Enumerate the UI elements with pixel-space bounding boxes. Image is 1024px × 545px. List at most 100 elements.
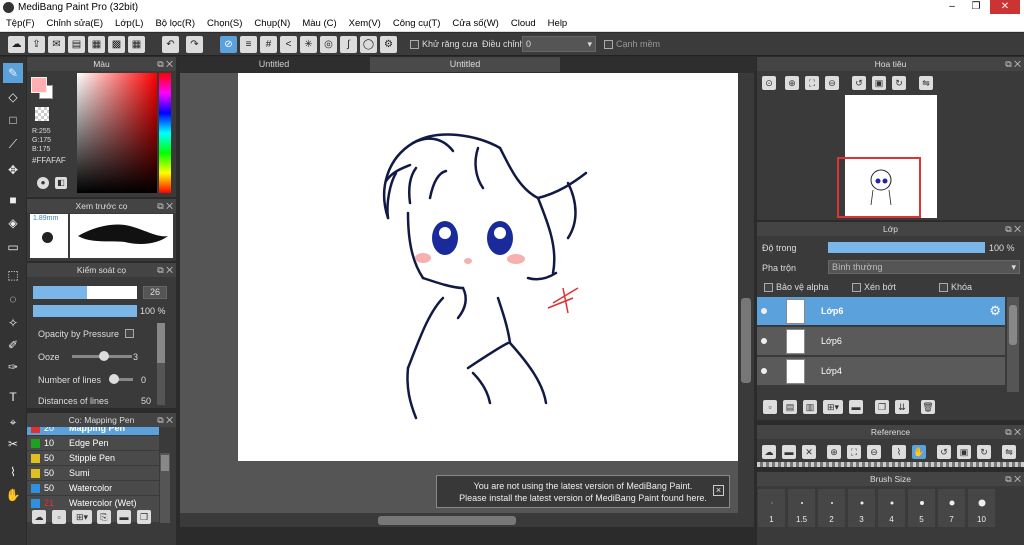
- share-icon[interactable]: ⇪: [28, 36, 45, 53]
- clip-checkbox[interactable]: [852, 283, 861, 292]
- transparent-swatch[interactable]: [35, 107, 49, 121]
- rotate-left-icon[interactable]: ↺: [937, 445, 951, 459]
- lines-slider[interactable]: [109, 374, 133, 384]
- rotate-left-icon[interactable]: ↺: [852, 76, 866, 90]
- brush-size-10[interactable]: 10: [967, 488, 996, 528]
- zoom-out-icon[interactable]: ⊖: [867, 445, 881, 459]
- close-button[interactable]: ✕: [990, 0, 1020, 14]
- layer-list-scrollbar[interactable]: [1007, 297, 1019, 392]
- brush-item-watercolor[interactable]: 50 Watercolor: [27, 481, 159, 496]
- menu-tools[interactable]: Công cụ(T): [387, 18, 447, 29]
- flip-icon[interactable]: ⇋: [919, 76, 933, 90]
- brush-control-scrollbar[interactable]: [157, 323, 165, 405]
- zoom-in-icon[interactable]: ⊕: [827, 445, 841, 459]
- lines-slider-handle[interactable]: [109, 374, 119, 384]
- select-tool-icon[interactable]: ⬚: [3, 265, 23, 285]
- actual-size-icon[interactable]: ▣: [872, 76, 886, 90]
- bucket-tool-icon[interactable]: ◈: [3, 213, 23, 233]
- grid-icon[interactable]: ▦: [128, 36, 145, 53]
- navigator-viewport-box[interactable]: [837, 157, 921, 218]
- brush-size-input[interactable]: 26: [143, 286, 167, 299]
- menu-view[interactable]: Xem(V): [343, 18, 387, 29]
- panel-close-icon[interactable]: ⧉ ✕: [1005, 222, 1021, 236]
- panel-close-icon[interactable]: ⧉ ✕: [157, 57, 173, 71]
- palette-icon[interactable]: ●: [37, 177, 49, 189]
- page-icon[interactable]: ▦: [88, 36, 105, 53]
- snap-off-icon[interactable]: ⊘: [220, 36, 237, 53]
- merge-layer-icon[interactable]: ⇊: [895, 400, 909, 414]
- canvas-area[interactable]: [180, 73, 738, 513]
- menu-filter[interactable]: Bộ lọc(R): [149, 18, 201, 29]
- tab-untitled-2[interactable]: Untitled: [370, 57, 560, 72]
- ooze-slider[interactable]: [72, 351, 132, 361]
- close-reference-icon[interactable]: ✕: [802, 445, 816, 459]
- hand-icon[interactable]: ✋: [912, 445, 926, 459]
- zoom-fit-icon[interactable]: ⊙: [762, 76, 776, 90]
- scrollbar-thumb[interactable]: [161, 455, 169, 471]
- delete-layer-icon[interactable]: 🗑: [921, 400, 935, 414]
- fit-screen-icon[interactable]: ⛶: [805, 76, 819, 90]
- parallel-snap-icon[interactable]: ≡: [240, 36, 257, 53]
- panel-close-icon[interactable]: ⧉ ✕: [157, 263, 173, 277]
- duplicate-layer-icon[interactable]: ❐: [875, 400, 889, 414]
- hand-tool-icon[interactable]: ✋: [3, 485, 23, 505]
- menu-snap[interactable]: Chụp(N): [248, 18, 296, 29]
- duplicate-icon[interactable]: ❐: [137, 510, 151, 524]
- lasso-tool-icon[interactable]: ◌: [3, 289, 23, 309]
- blend-mode-dropdown[interactable]: Bình thường ▾: [828, 260, 1020, 274]
- brush-size-1[interactable]: 1: [757, 488, 786, 528]
- hue-slider[interactable]: [159, 73, 171, 193]
- text-tool-icon[interactable]: T: [3, 387, 23, 407]
- lock-checkbox[interactable]: [939, 283, 948, 292]
- protect-alpha-checkbox[interactable]: [764, 283, 773, 292]
- layer-opacity-slider[interactable]: [828, 242, 985, 253]
- select-eraser-tool-icon[interactable]: ✑: [3, 357, 23, 377]
- folder-icon[interactable]: ▬: [117, 510, 131, 524]
- undo-icon[interactable]: ↶: [162, 36, 179, 53]
- drawing-canvas[interactable]: [238, 73, 738, 461]
- scrollbar-thumb[interactable]: [741, 298, 751, 383]
- fill-rect-tool-icon[interactable]: ■: [3, 190, 23, 210]
- operation-tool-icon[interactable]: ⌖: [3, 412, 23, 432]
- canvas-vertical-scrollbar[interactable]: [738, 73, 754, 513]
- menu-cloud[interactable]: Cloud: [505, 18, 542, 29]
- cloud-reference-icon[interactable]: ☁: [762, 445, 776, 459]
- brush-size-2[interactable]: 2: [817, 488, 846, 528]
- layer-folder-icon[interactable]: ▬: [849, 400, 863, 414]
- redo-icon[interactable]: ↷: [186, 36, 203, 53]
- eye-icon[interactable]: [761, 338, 767, 344]
- flip-icon[interactable]: ⇋: [1002, 445, 1016, 459]
- radial-snap-icon[interactable]: ✳: [300, 36, 317, 53]
- panel-close-icon[interactable]: ⧉ ✕: [1005, 425, 1021, 439]
- soft-edge-checkbox[interactable]: [604, 40, 613, 49]
- move-tool-icon[interactable]: ✥: [3, 160, 23, 180]
- fit-screen-icon[interactable]: ⛶: [847, 445, 861, 459]
- saturation-value-picker[interactable]: [77, 73, 157, 193]
- layer-row[interactable]: Lớp6 ⚙: [757, 297, 1005, 326]
- brush-opacity-slider[interactable]: [33, 305, 137, 317]
- panel-close-icon[interactable]: ⧉ ✕: [157, 199, 173, 213]
- eyedropper-icon[interactable]: ⌇: [892, 445, 906, 459]
- update-notice[interactable]: You are not using the latest version of …: [436, 475, 730, 508]
- new-layer-icon[interactable]: ▫: [763, 400, 777, 414]
- menu-help[interactable]: Help: [542, 18, 574, 29]
- eye-icon[interactable]: [761, 308, 767, 314]
- scrollbar-thumb[interactable]: [1009, 305, 1017, 345]
- cross-snap-icon[interactable]: #: [260, 36, 277, 53]
- select-pen-tool-icon[interactable]: ✐: [3, 335, 23, 355]
- brush-tool-icon[interactable]: ✎: [3, 63, 23, 83]
- ooze-slider-handle[interactable]: [99, 351, 109, 361]
- new-layer-1bit-icon[interactable]: ▥: [803, 400, 817, 414]
- maximize-button[interactable]: ❐: [964, 0, 988, 14]
- navigator-thumbnail[interactable]: [837, 95, 937, 218]
- color-mode-icon[interactable]: ◧: [55, 177, 67, 189]
- menu-color[interactable]: Màu (C): [296, 18, 342, 29]
- gear-icon[interactable]: ⚙: [989, 303, 1001, 319]
- add-brush-icon[interactable]: ⊞▾: [72, 510, 92, 524]
- curve-snap-icon[interactable]: ∫: [340, 36, 357, 53]
- actual-size-icon[interactable]: ▣: [957, 445, 971, 459]
- brush-size-3[interactable]: 3: [847, 488, 876, 528]
- menu-window[interactable]: Cửa số(W): [446, 18, 504, 29]
- panel-close-icon[interactable]: ⧉ ✕: [1005, 472, 1021, 486]
- menu-edit[interactable]: Chỉnh sửa(E): [41, 18, 110, 29]
